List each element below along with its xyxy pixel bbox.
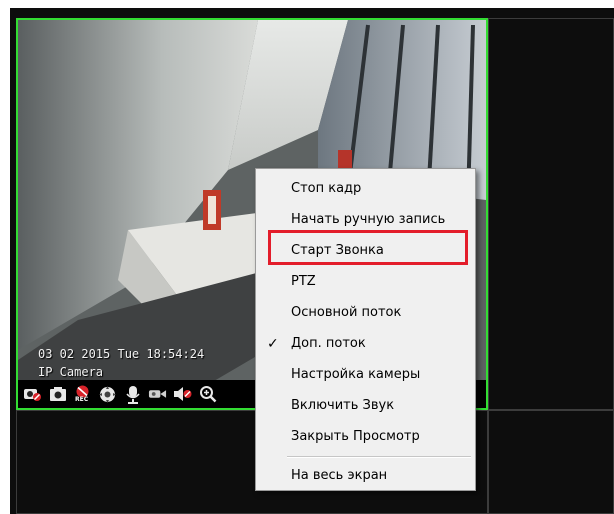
record-icon[interactable]: REC	[73, 385, 92, 404]
osd-datetime: 03 02 2015 Tue 18:54:24	[38, 347, 205, 361]
menu-item-camera-settings[interactable]: Настройка камеры	[256, 360, 475, 390]
menu-item-freeze-frame[interactable]: Стоп кадр	[256, 174, 475, 204]
menu-separator	[287, 456, 471, 458]
menu-item-label: PTZ	[291, 274, 316, 289]
camera-pane-4[interactable]	[488, 410, 614, 514]
menu-item-fullscreen[interactable]: На весь экран	[256, 461, 475, 491]
record-badge: REC	[75, 395, 89, 403]
snapshot-icon[interactable]	[48, 385, 67, 404]
menu-item-label: Доп. поток	[291, 336, 366, 351]
audio-icon[interactable]	[173, 385, 192, 404]
ptz-icon[interactable]	[98, 385, 117, 404]
context-menu: Стоп кадр Начать ручную запись Старт Зво…	[255, 168, 476, 491]
menu-item-label: Стоп кадр	[291, 181, 362, 196]
menu-item-label: Включить Звук	[291, 398, 395, 413]
menu-item-label: Основной поток	[291, 305, 402, 320]
menu-item-main-stream[interactable]: Основной поток	[256, 298, 475, 328]
menu-item-start-call[interactable]: Старт Звонка	[256, 236, 475, 266]
menu-item-label: Старт Звонка	[291, 243, 384, 258]
menu-item-label: Настройка камеры	[291, 367, 421, 382]
camera-pane-2[interactable]	[488, 18, 614, 410]
menu-item-label: На весь экран	[291, 468, 388, 483]
zoom-icon[interactable]	[198, 385, 217, 404]
menu-item-label: Начать ручную запись	[291, 212, 446, 227]
menu-item-enable-sound[interactable]: Включить Звук	[256, 391, 475, 421]
camera-toggle-icon[interactable]	[23, 385, 42, 404]
menu-item-label: Закрыть Просмотр	[291, 429, 420, 444]
osd-camera-name: IP Camera	[38, 365, 104, 379]
camera-settings-icon[interactable]	[148, 385, 167, 404]
menu-item-ptz[interactable]: PTZ	[256, 267, 475, 297]
menu-item-start-manual-record[interactable]: Начать ручную запись	[256, 205, 475, 235]
talk-icon[interactable]	[123, 385, 142, 404]
menu-item-close-view[interactable]: Закрыть Просмотр	[256, 422, 475, 452]
checkmark-icon: ✓	[267, 336, 279, 352]
menu-item-sub-stream[interactable]: ✓ Доп. поток	[256, 329, 475, 359]
